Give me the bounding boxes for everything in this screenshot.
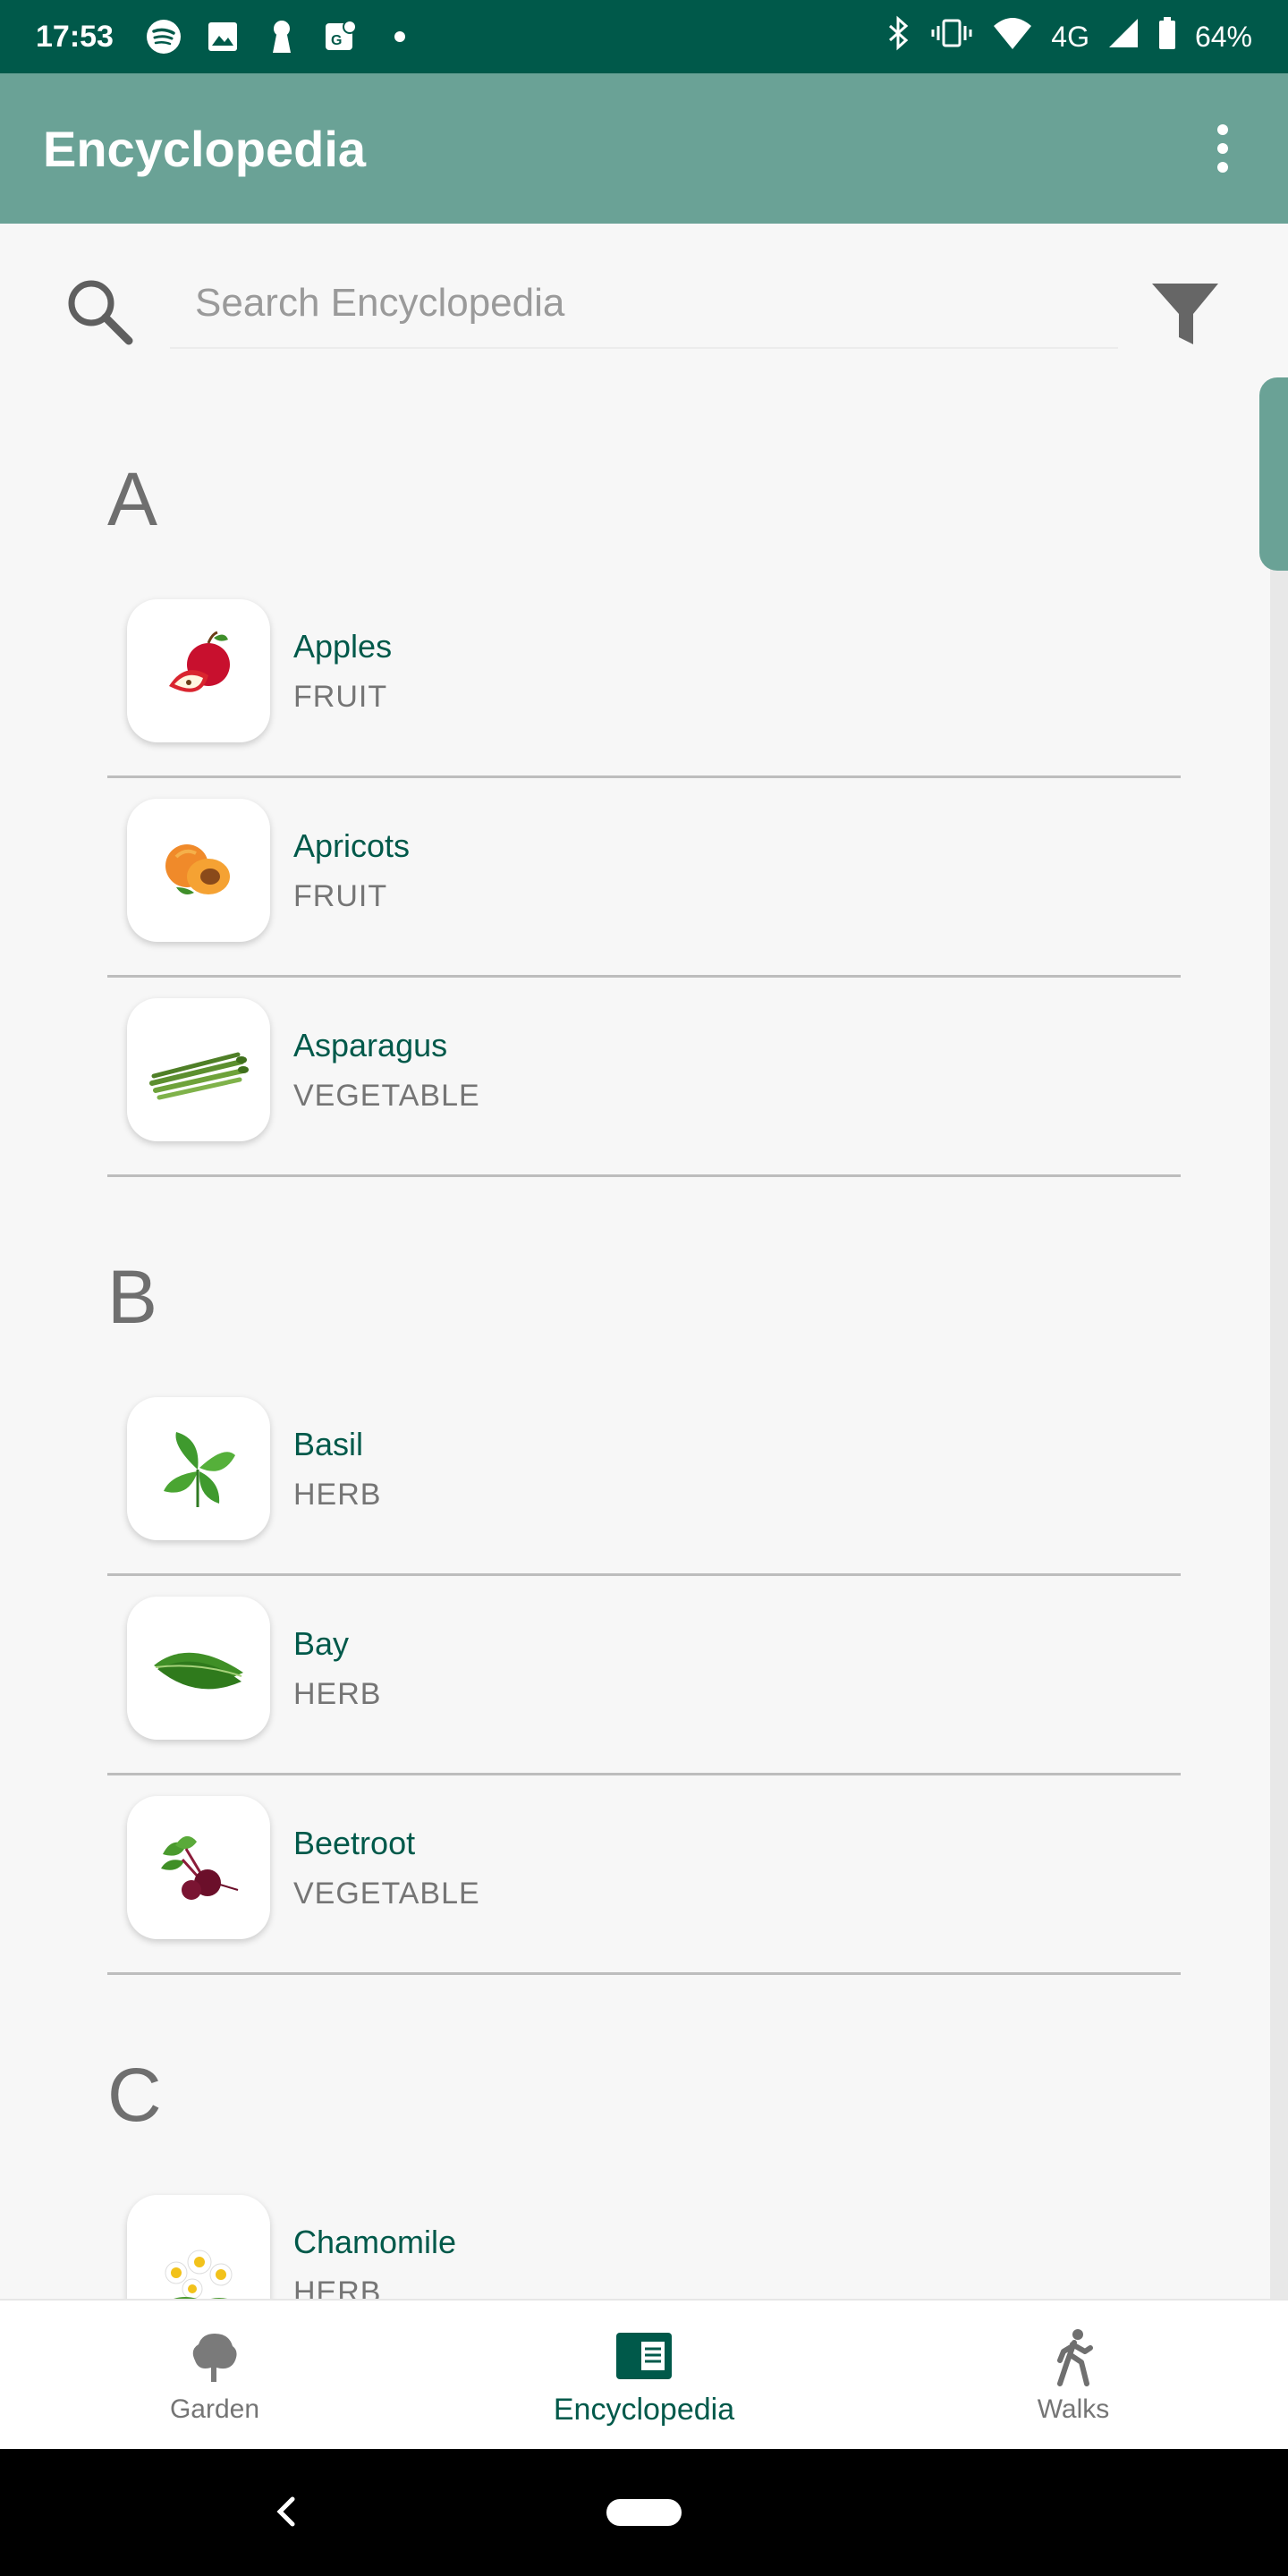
- list-item[interactable]: Basil HERB: [107, 1377, 1181, 1576]
- network-type: 4G: [1051, 20, 1089, 53]
- item-type: HERB: [293, 1478, 382, 1512]
- item-type: VEGETABLE: [293, 1877, 480, 1911]
- item-type: HERB: [293, 2275, 382, 2299]
- scrollbar-thumb[interactable]: [1259, 377, 1288, 571]
- item-name: Beetroot: [293, 1825, 416, 1861]
- more-vert-icon[interactable]: [1200, 113, 1245, 184]
- nav-label: Walks: [1037, 2394, 1110, 2424]
- status-bar: 17:53 G 4G 64%: [0, 0, 1288, 73]
- search-bar: [0, 224, 1288, 380]
- item-type: FRUIT: [293, 680, 388, 714]
- wifi-icon: [992, 15, 1033, 58]
- book-icon: [613, 2325, 675, 2387]
- maps-icon: G: [321, 17, 360, 56]
- search-input[interactable]: [170, 259, 1118, 349]
- list-item[interactable]: Asparagus VEGETABLE: [107, 979, 1181, 1177]
- vibrate-icon: [929, 15, 974, 58]
- basil-icon: [127, 1397, 270, 1540]
- dot-icon: [380, 17, 419, 56]
- battery-level: 64%: [1194, 20, 1252, 53]
- filter-icon[interactable]: [1145, 273, 1225, 353]
- item-name: Basil: [293, 1426, 364, 1462]
- nav-item-encyclopedia[interactable]: Encyclopedia: [519, 2301, 769, 2451]
- image-icon: [203, 17, 242, 56]
- app-bar: Encyclopedia: [0, 73, 1288, 224]
- nav-label: Encyclopedia: [553, 2392, 735, 2427]
- beetroot-icon: [127, 1796, 270, 1939]
- item-name: Bay: [293, 1625, 350, 1662]
- page-title: Encyclopedia: [43, 120, 367, 177]
- item-name: Chamomile: [293, 2224, 457, 2260]
- section-header-a: A: [107, 457, 158, 541]
- list-item[interactable]: Bay HERB: [107, 1577, 1181, 1775]
- list-item[interactable]: Chamomile HERB: [107, 2175, 1181, 2299]
- item-name: Asparagus: [293, 1027, 448, 1063]
- bluetooth-icon: [885, 15, 911, 58]
- back-icon[interactable]: [259, 2485, 313, 2538]
- system-navigation-bar: [0, 2449, 1288, 2576]
- item-type: VEGETABLE: [293, 1079, 480, 1113]
- item-type: FRUIT: [293, 879, 388, 913]
- nav-item-walks[interactable]: Walks: [984, 2301, 1163, 2451]
- chamomile-icon: [127, 2195, 270, 2299]
- item-type: HERB: [293, 1677, 382, 1711]
- battery-icon: [1157, 15, 1177, 58]
- section-header-b: B: [107, 1255, 158, 1339]
- search-icon[interactable]: [59, 271, 140, 352]
- home-button[interactable]: [606, 2499, 682, 2526]
- list-item[interactable]: Apples FRUIT: [107, 580, 1181, 778]
- section-header-c: C: [107, 2053, 162, 2137]
- encyclopedia-list: A Apples FRUIT Apricots FRUIT Asparagus …: [0, 380, 1252, 2299]
- walking-icon: [1042, 2326, 1105, 2389]
- apricot-icon: [127, 799, 270, 942]
- asparagus-icon: [127, 998, 270, 1141]
- apple-icon: [127, 599, 270, 742]
- spotify-icon: [144, 17, 183, 56]
- svg-text:G: G: [331, 33, 342, 48]
- status-time: 17:53: [36, 19, 114, 54]
- item-name: Apples: [293, 628, 393, 665]
- item-name: Apricots: [293, 827, 411, 864]
- nav-item-garden[interactable]: Garden: [125, 2301, 304, 2451]
- status-right-group: 4G 64%: [885, 15, 1252, 58]
- scrollbar-track[interactable]: [1270, 380, 1288, 2299]
- nav-label: Garden: [169, 2394, 260, 2424]
- signal-icon: [1107, 17, 1140, 56]
- list-item[interactable]: Beetroot VEGETABLE: [107, 1776, 1181, 1975]
- list-item[interactable]: Apricots FRUIT: [107, 779, 1181, 978]
- bottom-navigation: Garden Encyclopedia Walks: [0, 2299, 1288, 2449]
- tree-icon: [183, 2326, 246, 2389]
- keyhole-icon: [262, 17, 301, 56]
- bay-leaf-icon: [127, 1597, 270, 1740]
